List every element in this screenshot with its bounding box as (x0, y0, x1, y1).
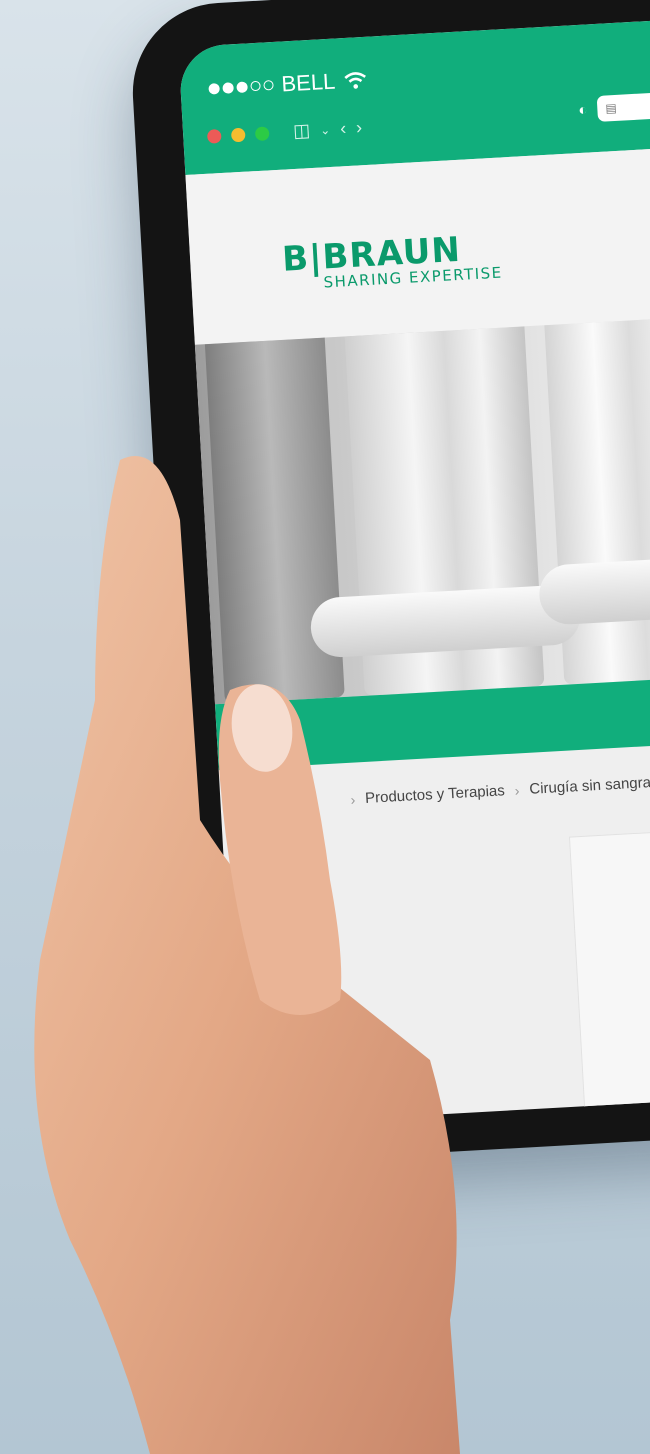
close-window-button[interactable] (206, 128, 222, 144)
site-header: B|BRAUN SHARING EXPERTISE (185, 139, 650, 345)
breadcrumb: › Productos y Terapias › Cirugía sin san… (350, 774, 650, 808)
wifi-icon (344, 72, 366, 89)
brand-logo[interactable]: B|BRAUN SHARING EXPERTISE (281, 228, 503, 294)
breadcrumb-separator: › (350, 791, 356, 808)
chevron-down-icon[interactable]: ⌄ (320, 122, 331, 137)
breadcrumb-separator: › (514, 781, 520, 799)
carrier-name: BELL (280, 68, 336, 97)
sidebar-icon[interactable]: ◫ (293, 120, 311, 142)
browser-top-bar: BELL ◫ ⌄ ‹ › ◐ ▤ (178, 11, 650, 176)
chevron-right-icon[interactable]: › (356, 117, 363, 138)
address-area: ◐ ▤ (578, 88, 650, 123)
page-icon: ▤ (605, 100, 618, 116)
breadcrumb-item-surgery[interactable]: Cirugía sin sangra (529, 774, 650, 798)
shield-half-icon[interactable]: ◐ (578, 101, 588, 118)
hero-image-columns (194, 309, 650, 705)
tablet-device: BELL ◫ ⌄ ‹ › ◐ ▤ B|BRAUN SHARING EXPERTI… (128, 0, 650, 1167)
browser-toolbar: ◫ ⌄ ‹ › (206, 117, 363, 147)
address-bar[interactable]: ▤ (596, 88, 650, 122)
minimize-window-button[interactable] (230, 127, 246, 142)
zoom-window-button[interactable] (254, 125, 270, 141)
content-panel (568, 819, 650, 1126)
status-bar: BELL (208, 67, 368, 102)
chevron-left-icon[interactable]: ‹ (340, 118, 347, 139)
signal-dots-icon (208, 80, 274, 95)
tablet-screen: BELL ◫ ⌄ ‹ › ◐ ▤ B|BRAUN SHARING EXPERTI… (178, 11, 650, 1126)
breadcrumb-item-products[interactable]: Productos y Terapias (365, 782, 506, 807)
